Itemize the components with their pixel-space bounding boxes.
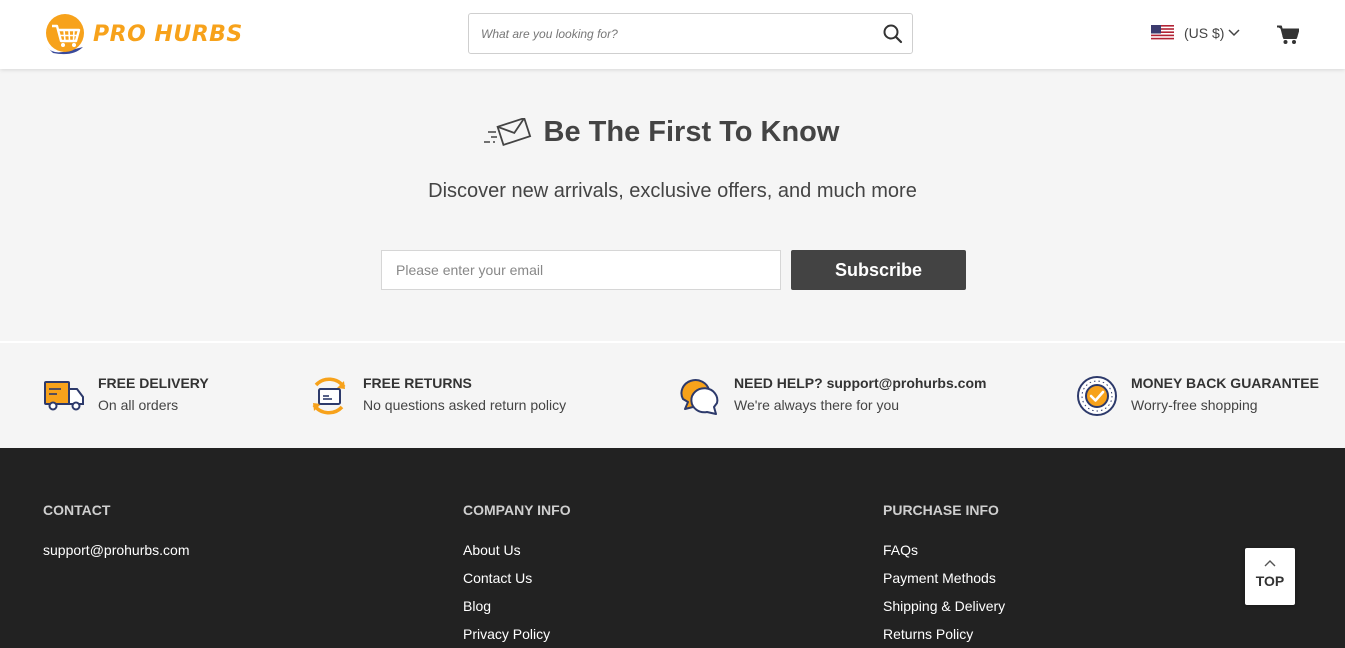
- search-button[interactable]: [882, 23, 904, 45]
- newsletter-subtitle: Discover new arrivals, exclusive offers,…: [428, 180, 917, 202]
- envelope-icon: [483, 117, 531, 146]
- search-icon: [883, 24, 903, 44]
- footer-heading: COMPANY INFO: [463, 502, 571, 518]
- site-logo[interactable]: PRO HURBS: [43, 10, 243, 58]
- footer-link-payment-methods[interactable]: Payment Methods: [883, 564, 1005, 592]
- footer-link-faqs[interactable]: FAQs: [883, 536, 1005, 564]
- footer-link-shipping-delivery[interactable]: Shipping & Delivery: [883, 592, 1005, 620]
- footer-link-privacy-policy[interactable]: Privacy Policy: [463, 620, 571, 648]
- search-bar: [468, 13, 913, 54]
- feature-subtitle: We're always there for you: [734, 397, 900, 413]
- top-label: TOP: [1255, 573, 1285, 589]
- chevron-down-icon: [1228, 29, 1240, 37]
- feature-subtitle: Worry-free shopping: [1131, 397, 1258, 413]
- contact-email-link[interactable]: support@prohurbs.com: [43, 536, 190, 564]
- feature-subtitle: No questions asked return policy: [363, 397, 567, 413]
- footer-link-returns-policy[interactable]: Returns Policy: [883, 620, 1005, 648]
- email-field[interactable]: [381, 250, 781, 290]
- footer-link-blog[interactable]: Blog: [463, 592, 571, 620]
- feature-need-help: NEED HELP? support@prohurbs.com We're al…: [679, 373, 986, 417]
- chevron-up-icon: [1264, 560, 1276, 567]
- currency-label: (US $): [1184, 25, 1225, 41]
- footer-link-about-us[interactable]: About Us: [463, 536, 571, 564]
- feature-title: NEED HELP? support@prohurbs.com: [734, 375, 987, 391]
- feature-title: FREE RETURNS: [363, 375, 472, 391]
- footer-heading: PURCHASE INFO: [883, 502, 999, 518]
- site-header: PRO HURBS (US $): [0, 0, 1345, 69]
- footer-heading: CONTACT: [43, 502, 111, 518]
- features-bar: FREE DELIVERY On all orders FREE RETURNS…: [0, 341, 1345, 448]
- logo-text: PRO HURBS: [93, 21, 243, 47]
- footer-contact: CONTACT support@prohurbs.com: [43, 502, 190, 564]
- footer-company-info: COMPANY INFO About Us Contact Us Blog Pr…: [463, 502, 571, 648]
- feature-money-back: MONEY BACK GUARANTEE Worry-free shopping: [1076, 373, 1319, 417]
- currency-selector[interactable]: (US $): [1151, 25, 1240, 41]
- chat-bubbles-icon: [680, 379, 719, 415]
- feature-free-delivery: FREE DELIVERY On all orders: [43, 373, 209, 417]
- newsletter-heading: Be The First To Know: [0, 116, 1345, 149]
- cart-icon: [1277, 25, 1300, 44]
- subscribe-button[interactable]: Subscribe: [791, 250, 966, 290]
- cart-button[interactable]: [1277, 25, 1300, 45]
- feature-title: MONEY BACK GUARANTEE: [1131, 375, 1319, 391]
- footer-purchase-info: PURCHASE INFO FAQs Payment Methods Shipp…: [883, 502, 1005, 648]
- feature-subtitle: On all orders: [98, 397, 179, 413]
- newsletter-title: Be The First To Know: [543, 116, 840, 148]
- feature-title: FREE DELIVERY: [98, 375, 209, 391]
- us-flag-icon: [1151, 25, 1174, 41]
- feature-free-returns: FREE RETURNS No questions asked return p…: [308, 373, 566, 417]
- site-footer: CONTACT support@prohurbs.com COMPANY INF…: [0, 448, 1345, 648]
- back-to-top-button[interactable]: TOP: [1245, 548, 1295, 605]
- delivery-truck-icon: [44, 381, 84, 411]
- search-input[interactable]: [469, 14, 869, 53]
- returns-icon: [312, 377, 346, 415]
- cart-logo-icon: [46, 14, 84, 55]
- footer-link-contact-us[interactable]: Contact Us: [463, 564, 571, 592]
- guarantee-badge-icon: [1077, 376, 1117, 416]
